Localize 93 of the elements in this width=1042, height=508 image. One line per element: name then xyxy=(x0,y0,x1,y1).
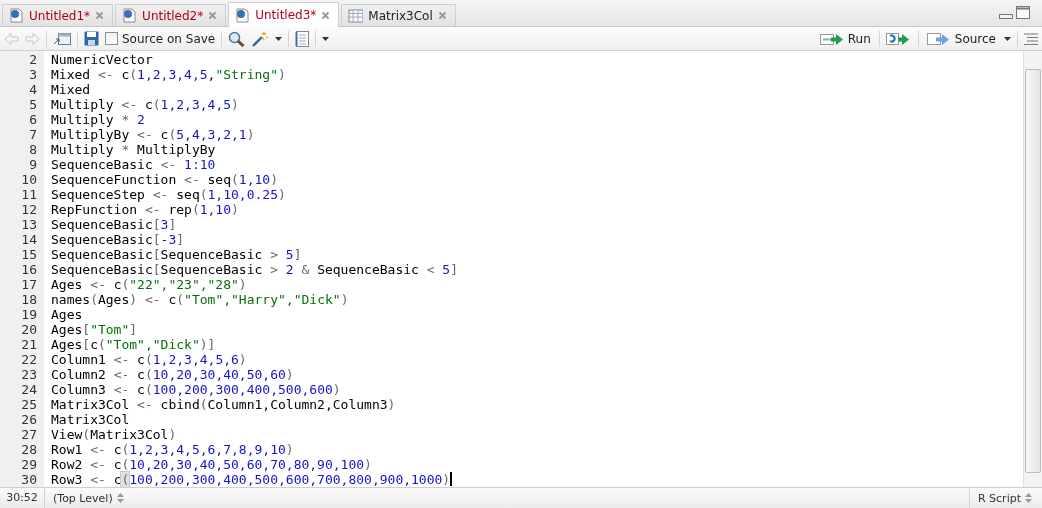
code-line: SequenceBasic[3] xyxy=(50,217,177,232)
line-number: 27 xyxy=(20,427,38,442)
line-number: 30 xyxy=(20,472,38,487)
line-number: 22 xyxy=(20,352,38,367)
line-number: 3 xyxy=(28,67,38,82)
line-number: 20 xyxy=(20,322,38,337)
code-line: SequenceStep <- seq(1,10,0.25) xyxy=(50,187,286,202)
scrollbar-thumb[interactable] xyxy=(1025,69,1041,473)
code-line: Row3 <- c(100,200,300,400,500,600,700,800,900,1000) xyxy=(50,472,453,487)
line-number: 26 xyxy=(20,412,38,427)
search-icon[interactable] xyxy=(228,30,246,47)
line-number: 12 xyxy=(20,202,38,217)
source-icon xyxy=(926,31,951,46)
line-number: 10 xyxy=(20,172,38,187)
line-number: 11 xyxy=(20,187,38,202)
code-line: Column2 <- c(10,20,30,40,50,60) xyxy=(50,367,294,382)
script-file-icon xyxy=(9,8,24,23)
save-icon[interactable] xyxy=(84,31,99,46)
code-line: Ages[c("Tom","Dick")] xyxy=(50,337,216,352)
line-number: 5 xyxy=(28,97,38,112)
line-number: 16 xyxy=(20,262,38,277)
code-line: Matrix3Col <- cbind(Column1,Column2,Column3) xyxy=(50,397,396,412)
close-icon[interactable] xyxy=(321,10,331,20)
updown-icon xyxy=(1025,493,1032,503)
code-line: Row2 <- c(10,20,30,40,50,60,70,80,90,100) xyxy=(50,457,372,472)
line-number: 18 xyxy=(20,292,38,307)
code-line: MultiplyBy <- c(5,4,3,2,1) xyxy=(50,127,255,142)
run-button[interactable]: Run xyxy=(817,30,873,47)
caret-icon[interactable] xyxy=(1004,36,1011,41)
code-line: View(Matrix3Col) xyxy=(50,427,177,442)
line-number: 24 xyxy=(20,382,38,397)
line-number: 17 xyxy=(20,277,38,292)
code-line: SequenceBasic[-3] xyxy=(50,232,185,247)
line-number: 13 xyxy=(20,217,38,232)
code-line: names(Ages) <- c("Tom","Harry","Dick") xyxy=(50,292,349,307)
code-line: SequenceBasic[SequenceBasic > 2 & SequenceBasic < 5] xyxy=(50,262,458,277)
close-icon[interactable] xyxy=(208,11,218,20)
code-line: SequenceBasic[SequenceBasic > 5] xyxy=(50,247,302,262)
source-button[interactable]: Source xyxy=(924,30,998,47)
code-line: Row1 <- c(1,2,3,4,5,6,7,8,9,10) xyxy=(50,442,294,457)
run-icon xyxy=(819,31,844,46)
line-number: 21 xyxy=(20,337,38,352)
new-window-icon[interactable] xyxy=(53,31,71,46)
code-line: Column3 <- c(100,200,300,400,500,600) xyxy=(50,382,341,397)
editor-tab[interactable]: Untitled2* xyxy=(115,4,227,26)
code-line: RepFunction <- rep(1,10) xyxy=(50,202,239,217)
code-line: Column1 <- c(1,2,3,4,5,6) xyxy=(50,352,247,367)
editor-tab[interactable]: Matrix3Col xyxy=(341,4,456,26)
line-number: 23 xyxy=(20,367,38,382)
script-file-icon xyxy=(235,7,251,23)
line-number: 2 xyxy=(28,52,38,67)
close-icon[interactable] xyxy=(95,11,105,20)
line-number: 9 xyxy=(28,157,38,172)
table-icon xyxy=(348,8,364,23)
caret-icon[interactable] xyxy=(275,36,283,41)
caret-icon[interactable] xyxy=(322,36,330,41)
line-number: 8 xyxy=(28,142,38,157)
checkbox-label: Source on Save xyxy=(122,31,216,46)
line-number: 4 xyxy=(28,82,38,97)
code-line: Ages xyxy=(50,307,83,322)
code-line: Multiply <- c(1,2,3,4,5) xyxy=(50,97,239,112)
cursor-position: 30:52 xyxy=(0,488,45,508)
code-line: Multiply * MultiplyBy xyxy=(50,142,216,157)
magic-wand-icon[interactable] xyxy=(251,30,270,47)
outline-icon[interactable] xyxy=(1024,32,1038,45)
maximize-icon[interactable] xyxy=(1016,6,1030,20)
editor-tab[interactable]: Untitled3* xyxy=(228,2,340,27)
updown-icon xyxy=(116,493,124,503)
code-line: NumericVector xyxy=(50,52,153,67)
scope-selector[interactable]: (Top Level) xyxy=(45,491,132,505)
code-line: Multiply * 2 xyxy=(50,112,145,127)
code-line: SequenceBasic <- 1:10 xyxy=(50,157,216,172)
code-line: Mixed xyxy=(50,82,91,97)
rerun-icon[interactable] xyxy=(885,31,912,46)
script-file-icon xyxy=(122,8,138,23)
editor-tab[interactable]: Untitled1* xyxy=(2,4,114,26)
line-number: 19 xyxy=(20,307,38,322)
line-number: 6 xyxy=(28,112,38,127)
line-number: 25 xyxy=(20,397,38,412)
source-on-save-checkbox[interactable] xyxy=(105,32,118,45)
notebook-icon[interactable] xyxy=(295,30,310,47)
line-number: 28 xyxy=(20,442,38,457)
code-line: Ages["Tom"] xyxy=(50,322,138,337)
code-line: SequenceFunction <- seq(1,10) xyxy=(50,172,278,187)
line-number: 7 xyxy=(28,127,38,142)
line-number: 14 xyxy=(20,232,38,247)
code-line: Matrix3Col xyxy=(50,412,130,427)
close-icon[interactable] xyxy=(437,11,447,20)
code-line: Mixed <- c(1,2,3,4,5,"String") xyxy=(50,67,286,82)
file-type-selector[interactable]: R Script xyxy=(968,488,1042,508)
code-line: Ages <- c("22","23","28") xyxy=(50,277,247,292)
line-number: 15 xyxy=(20,247,38,262)
line-number: 29 xyxy=(20,457,38,472)
